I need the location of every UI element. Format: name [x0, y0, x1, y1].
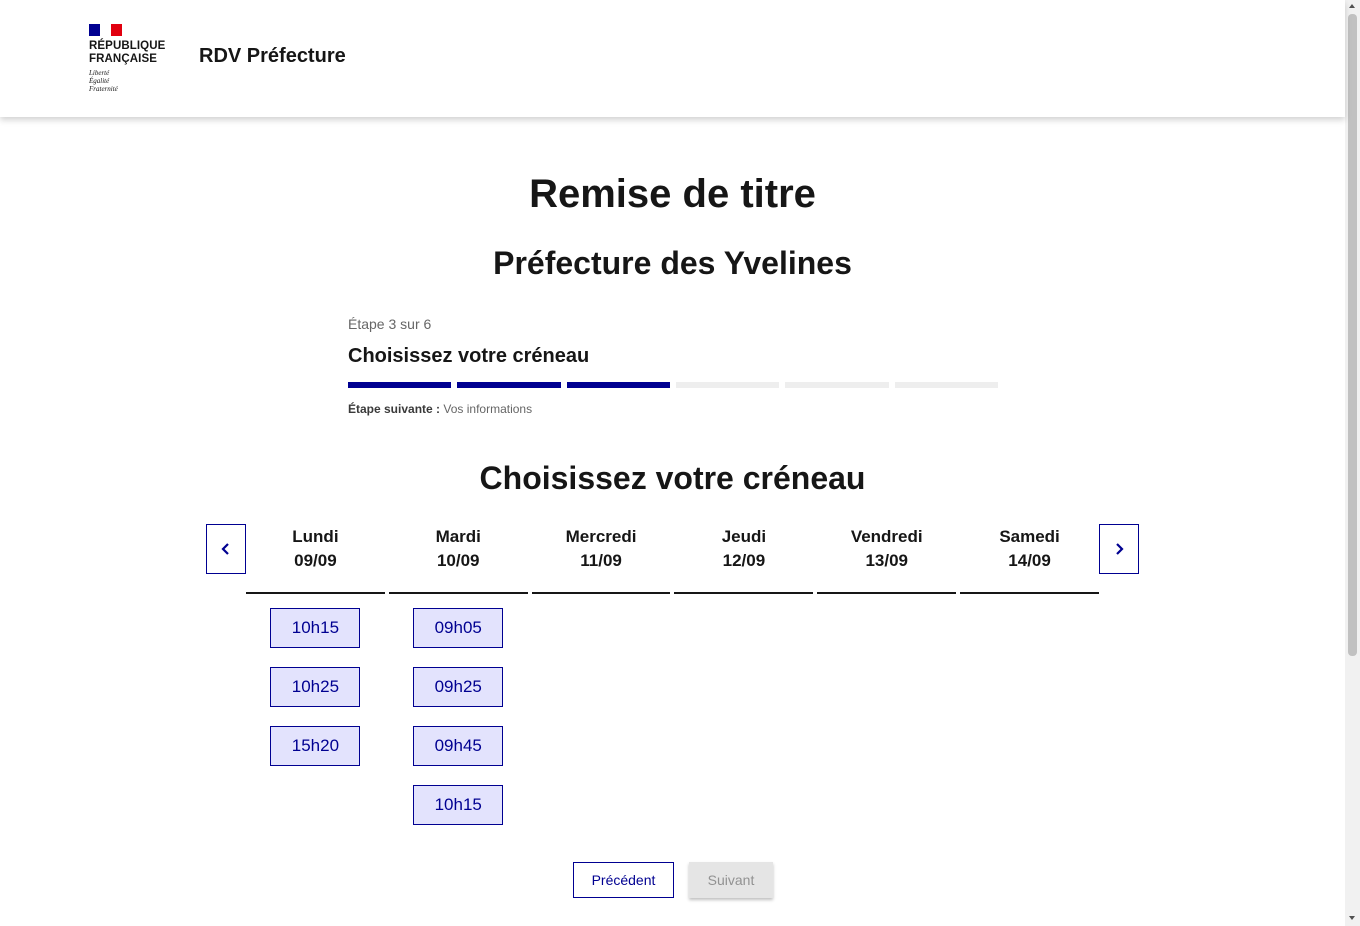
slot-list: [532, 594, 671, 608]
previous-button[interactable]: Précédent: [573, 862, 674, 898]
slot-list: [674, 594, 813, 608]
time-slot-button[interactable]: 09h25: [413, 667, 504, 707]
next-button-disabled: Suivant: [689, 862, 773, 898]
day-header: Samedi 14/09: [960, 524, 1099, 594]
site-header: RÉPUBLIQUE FRANÇAISE Liberté Égalité Fra…: [0, 0, 1345, 117]
scrollbar-thumb[interactable]: [1348, 14, 1357, 656]
step-next-value: Vos informations: [443, 402, 533, 416]
time-slot-button[interactable]: 09h05: [413, 608, 504, 648]
slot-list: 10h15 10h25 15h20: [246, 594, 385, 766]
logo-text: RÉPUBLIQUE FRANÇAISE: [89, 40, 179, 66]
day-header: Mercredi 11/09: [531, 524, 671, 594]
step-bar-5: [785, 382, 889, 388]
day-header: Vendredi 13/09: [817, 524, 957, 594]
day-column: Mercredi 11/09: [531, 524, 671, 825]
previous-week-button[interactable]: [206, 524, 246, 574]
day-column: Mardi 10/09 09h05 09h25 09h45 10h15: [388, 524, 528, 825]
day-column: Lundi 09/09 10h15 10h25 15h20: [246, 524, 385, 825]
slot-list: 09h05 09h25 09h45 10h15: [389, 594, 528, 825]
day-name: Mercredi: [565, 527, 637, 546]
next-week-button[interactable]: [1099, 524, 1139, 574]
step-state: Étape 3 sur 6: [348, 316, 432, 332]
day-header: Lundi 09/09: [246, 524, 385, 594]
day-name: Samedi: [999, 527, 1060, 546]
step-progress-bar: [348, 382, 998, 388]
scroll-down-arrow-icon[interactable]: [1349, 916, 1355, 920]
step-bar-3: [566, 382, 670, 388]
devise-egalite: Égalité: [89, 77, 110, 85]
day-name: Vendredi: [850, 527, 923, 546]
vertical-scrollbar[interactable]: [1345, 0, 1360, 926]
time-slot-button[interactable]: 10h25: [270, 667, 361, 707]
step-next: Étape suivante : Vos informations: [348, 402, 998, 416]
time-slot-button[interactable]: 15h20: [270, 726, 361, 766]
stepper: Étape 3 sur 6 Choisissez votre créneau É…: [348, 316, 998, 416]
slot-list: [817, 594, 956, 608]
day-date: 10/09: [436, 551, 480, 570]
day-name: Jeudi: [721, 527, 767, 546]
chevron-left-icon: [221, 543, 229, 555]
day-date: 11/09: [580, 551, 622, 570]
devise-liberte: Liberté: [89, 69, 110, 77]
chevron-right-icon: [1116, 543, 1124, 555]
step-bar-4: [675, 382, 780, 388]
day-column: Samedi 14/09: [960, 524, 1099, 825]
day-name: Mardi: [435, 527, 481, 546]
time-slot-button[interactable]: 10h15: [413, 785, 504, 825]
day-date: 13/09: [865, 551, 908, 570]
republique-francaise-logo[interactable]: RÉPUBLIQUE FRANÇAISE Liberté Égalité Fra…: [89, 24, 179, 93]
page-subtitle: Préfecture des Yvelines: [493, 245, 852, 281]
day-column: Jeudi 12/09: [674, 524, 814, 825]
calendar-days: Lundi 09/09 10h15 10h25 15h20 Mardi 10/09 09h05…: [246, 524, 1099, 825]
logo-line-1: RÉPUBLIQUE: [89, 40, 166, 52]
time-slot-button[interactable]: 09h45: [413, 726, 504, 766]
devise-fraternite: Fraternité: [89, 85, 118, 93]
step-bar-1: [348, 382, 452, 388]
time-slot-button[interactable]: 10h15: [270, 608, 361, 648]
scroll-up-arrow-icon[interactable]: [1349, 4, 1355, 8]
slot-list: [960, 594, 1099, 608]
step-title: Choisissez votre créneau: [348, 345, 590, 367]
day-header: Jeudi 12/09: [674, 524, 814, 594]
calendar-title: Choisissez votre créneau: [479, 460, 866, 496]
french-flag-icon: [89, 24, 122, 36]
step-next-label: Étape suivante :: [348, 402, 441, 416]
step-bar-6: [894, 382, 998, 388]
day-header: Mardi 10/09: [388, 524, 528, 594]
devise: Liberté Égalité Fraternité: [89, 69, 179, 93]
step-bar-2: [457, 382, 561, 388]
day-name: Lundi: [292, 527, 339, 546]
logo-line-2: FRANÇAISE: [89, 53, 157, 65]
site-title[interactable]: RDV Préfecture: [199, 45, 346, 68]
day-date: 12/09: [722, 551, 766, 570]
day-date: 09/09: [294, 551, 337, 570]
day-column: Vendredi 13/09: [817, 524, 957, 825]
day-date: 14/09: [1008, 551, 1051, 570]
page-title: Remise de titre: [529, 172, 816, 216]
